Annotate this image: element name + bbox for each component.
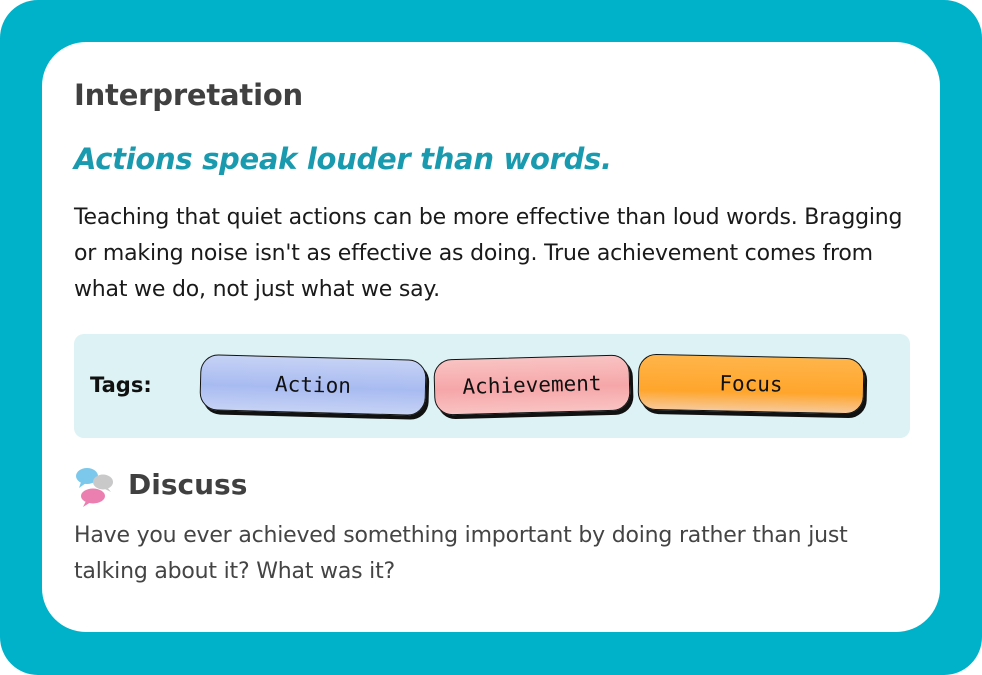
interpretation-card: Interpretation Actions speak louder than… [42, 42, 940, 632]
tags-panel: Tags: Action Achievement Focus [74, 334, 910, 438]
discuss-heading: Discuss [128, 468, 248, 501]
explanation-text: Teaching that quiet actions can be more … [74, 205, 903, 302]
proverb-title: Actions speak louder than words. [74, 142, 612, 176]
tags-label: Tags: [90, 373, 152, 397]
tag-achievement[interactable]: Achievement [433, 354, 631, 416]
section-heading: Interpretation [74, 78, 304, 112]
tag-action[interactable]: Action [199, 354, 427, 416]
tag-focus[interactable]: Focus [637, 353, 865, 415]
speech-bubbles-icon [74, 466, 116, 508]
discuss-question: Have you ever achieved something importa… [74, 523, 848, 584]
card-frame: Interpretation Actions speak louder than… [0, 0, 982, 675]
